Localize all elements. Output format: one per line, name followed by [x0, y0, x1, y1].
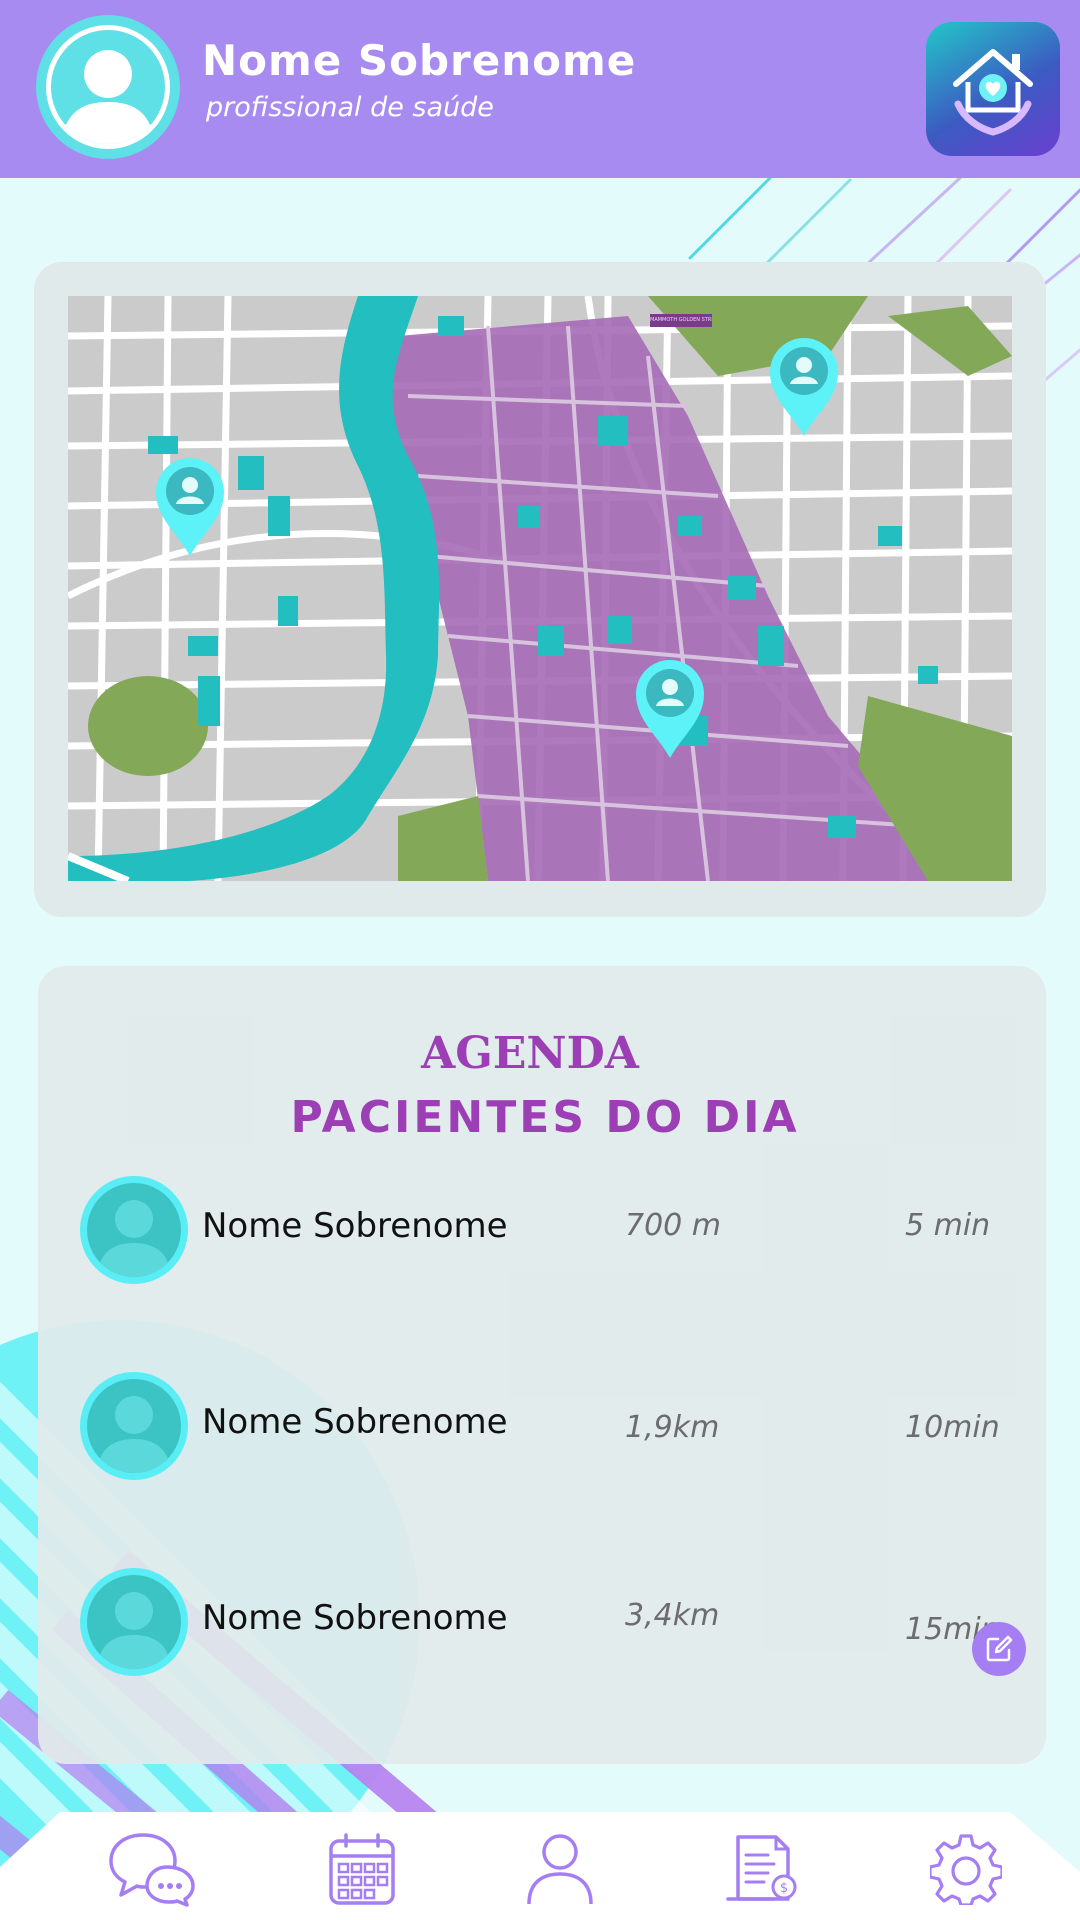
agenda-subtitle: PACIENTES DO DIA [290, 1092, 800, 1143]
invoice-icon: $ [726, 1835, 797, 1901]
profile-avatar[interactable] [36, 15, 180, 159]
professional-name: Nome Sobrenome [202, 36, 637, 85]
svg-text:$: $ [780, 1881, 788, 1896]
patient-distance: 700 m [625, 1208, 722, 1243]
city-map[interactable]: MAMMOTH GOLDEN STREET [68, 296, 1012, 881]
map-street-label: MAMMOTH GOLDEN STREET [650, 314, 712, 327]
map-graphic [68, 296, 1012, 881]
patient-name: Nome Sobrenome [202, 1598, 508, 1638]
patient-avatar [80, 1372, 188, 1480]
edit-icon [986, 1635, 1013, 1662]
edit-button[interactable] [972, 1622, 1026, 1676]
nav-chat[interactable] [104, 1826, 200, 1912]
patient-distance: 1,9km [625, 1410, 720, 1445]
agenda-title: AGENDA [421, 1028, 639, 1079]
calendar-icon [329, 1833, 395, 1905]
patient-time: 10min [905, 1410, 1000, 1445]
patient-avatar [80, 1568, 188, 1676]
patient-row[interactable]: Nome Sobrenome 700 m 5 min [80, 1176, 1020, 1284]
user-icon [527, 1834, 593, 1905]
patient-time: 5 min [905, 1208, 991, 1243]
chat-icon [109, 1833, 195, 1907]
patient-row[interactable]: Nome Sobrenome 1,9km 10min [80, 1372, 1020, 1480]
bottom-navigation: $ [0, 1812, 1080, 1920]
patient-location-pin[interactable] [634, 658, 706, 760]
patient-distance: 3,4km [625, 1598, 720, 1633]
nav-calendar[interactable] [314, 1826, 410, 1912]
nav-settings[interactable] [918, 1826, 1014, 1912]
professional-role: profissional de saúde [206, 92, 494, 123]
app-logo [926, 22, 1060, 156]
user-icon [97, 1200, 171, 1277]
home-care-icon [953, 49, 1033, 136]
patient-name: Nome Sobrenome [202, 1402, 508, 1442]
patient-location-pin[interactable] [768, 336, 840, 438]
patient-avatar [80, 1176, 188, 1284]
nav-invoice[interactable]: $ [716, 1826, 812, 1912]
user-icon [97, 1592, 171, 1669]
patient-name: Nome Sobrenome [202, 1206, 508, 1246]
patient-row[interactable]: Nome Sobrenome 3,4km 15min [80, 1568, 1020, 1676]
patient-location-pin[interactable] [154, 456, 226, 558]
nav-profile[interactable] [512, 1826, 608, 1912]
header-bar: Nome Sobrenome profissional de saúde [0, 0, 1080, 178]
user-icon [61, 50, 155, 144]
gear-icon [930, 1834, 1002, 1905]
map-card: MAMMOTH GOLDEN STREET [34, 262, 1046, 917]
user-icon [97, 1396, 171, 1473]
